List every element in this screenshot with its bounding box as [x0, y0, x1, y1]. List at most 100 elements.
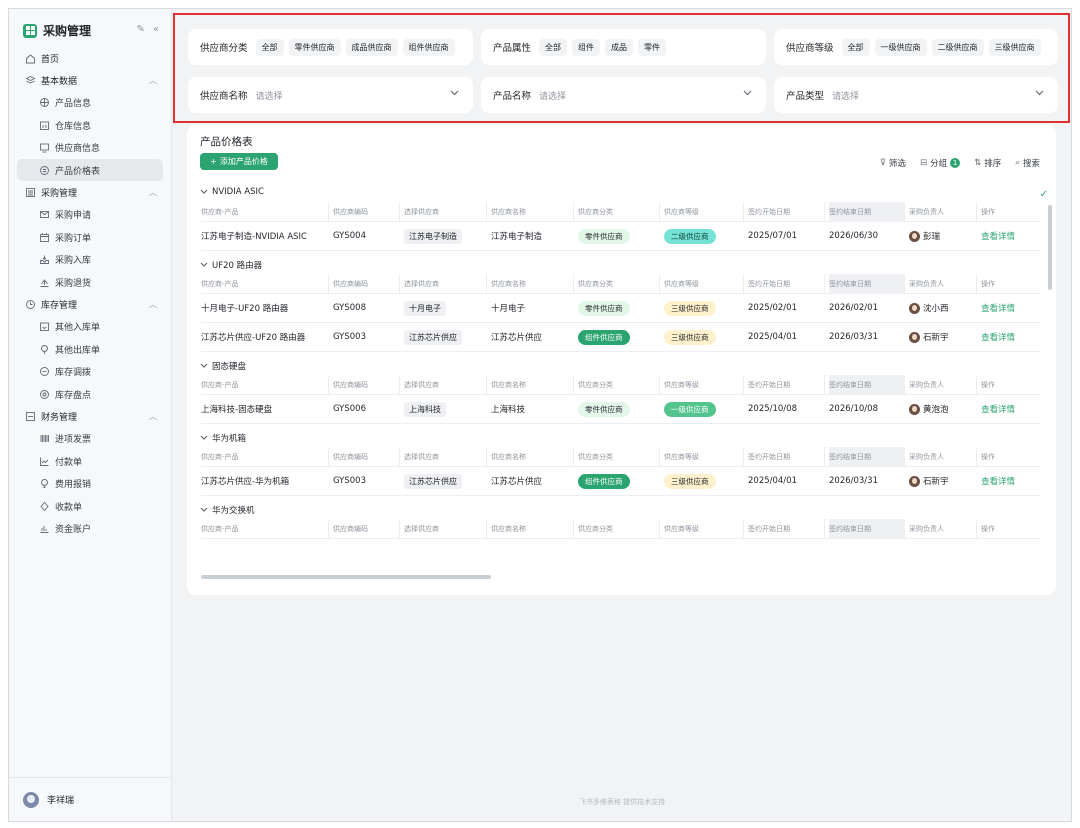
- add-price-button[interactable]: + 添加产品价格: [200, 153, 278, 170]
- sidebar-item[interactable]: 首页: [9, 47, 171, 69]
- table-row[interactable]: 江苏芯片供应-UF20 路由器 GYS003 江苏芯片供应 江苏芯片供应 组件供应商 三级…: [201, 323, 1041, 352]
- column-header[interactable]: 采购负责人: [909, 202, 977, 221]
- user-profile[interactable]: 李祥瑞: [9, 777, 171, 821]
- sidebar-item[interactable]: 财务管理 ︿: [9, 405, 171, 427]
- column-header[interactable]: 供应商等级: [664, 519, 744, 538]
- column-header[interactable]: 签约开始日期: [748, 202, 825, 221]
- column-header[interactable]: 签约结束日期: [829, 375, 905, 394]
- sidebar-item[interactable]: 产品价格表: [17, 158, 163, 182]
- chevron-down-icon[interactable]: [743, 90, 752, 96]
- column-header[interactable]: 供应商名称: [491, 519, 574, 538]
- sidebar-item[interactable]: 库存管理 ︿: [9, 293, 171, 315]
- chip-option[interactable]: 组件: [572, 38, 601, 56]
- sidebar-item[interactable]: 仓库信息: [9, 114, 171, 136]
- cell-select-supplier[interactable]: 上海科技: [404, 395, 487, 423]
- sidebar-item[interactable]: 采购退货: [9, 271, 171, 293]
- search-button[interactable]: ⌕ 搜索: [1015, 157, 1040, 169]
- view-details-link[interactable]: 查看详情: [981, 294, 1027, 322]
- chevron-up-icon[interactable]: ︿: [149, 299, 157, 310]
- chip-option[interactable]: 全部: [255, 38, 284, 56]
- sidebar-item[interactable]: 采购订单: [9, 226, 171, 248]
- column-header[interactable]: 签约开始日期: [748, 519, 825, 538]
- sidebar-item[interactable]: 采购申请: [9, 204, 171, 226]
- filter-product-name[interactable]: 产品名称 请选择: [481, 77, 766, 113]
- column-header[interactable]: 供应商名称: [491, 447, 574, 466]
- table-row[interactable]: 江苏电子制造-NVIDIA ASIC GYS004 江苏电子制造 江苏电子制造 零件供应…: [201, 222, 1041, 251]
- cell-select-supplier[interactable]: 江苏芯片供应: [404, 467, 487, 495]
- chevron-down-icon[interactable]: [450, 90, 459, 96]
- vertical-scrollbar[interactable]: [1048, 205, 1052, 290]
- view-details-link[interactable]: 查看详情: [981, 395, 1027, 423]
- column-header[interactable]: 选择供应商: [404, 375, 487, 394]
- column-header[interactable]: 选择供应商: [404, 274, 487, 293]
- column-header[interactable]: 供应商分类: [578, 202, 660, 221]
- column-header[interactable]: 操作: [981, 202, 1027, 221]
- column-header[interactable]: 操作: [981, 375, 1027, 394]
- column-header[interactable]: 供应商-产品: [201, 519, 329, 538]
- column-header[interactable]: 签约结束日期: [829, 519, 905, 538]
- column-header[interactable]: 供应商-产品: [201, 202, 329, 221]
- sidebar-item[interactable]: 供应商信息: [9, 137, 171, 159]
- column-header[interactable]: 选择供应商: [404, 447, 487, 466]
- chip-option[interactable]: 一级供应商: [874, 38, 927, 56]
- horizontal-scrollbar[interactable]: [201, 575, 491, 579]
- cell-select-supplier[interactable]: 江苏芯片供应: [404, 323, 487, 351]
- chevron-down-icon[interactable]: [1035, 90, 1044, 96]
- chip-option[interactable]: 全部: [841, 38, 870, 56]
- chip-option[interactable]: 全部: [539, 38, 568, 56]
- chip-option[interactable]: 成品: [605, 38, 634, 56]
- column-header[interactable]: 供应商-产品: [201, 447, 329, 466]
- sidebar-item[interactable]: 其他入库单: [9, 316, 171, 338]
- cell-select-supplier[interactable]: 十月电子: [404, 294, 487, 322]
- table-row[interactable]: 江苏芯片供应-华为机箱 GYS003 江苏芯片供应 江苏芯片供应 组件供应商 三级供应商 2…: [201, 467, 1041, 496]
- edit-icon[interactable]: ✎: [136, 24, 144, 35]
- view-details-link[interactable]: 查看详情: [981, 323, 1027, 351]
- sidebar-item[interactable]: 库存盘点: [9, 383, 171, 405]
- chevron-up-icon[interactable]: ︿: [149, 75, 157, 86]
- sidebar-item[interactable]: 进项发票: [9, 428, 171, 450]
- sort-button[interactable]: ⇅ 排序: [974, 157, 1001, 169]
- column-header[interactable]: 操作: [981, 519, 1027, 538]
- column-header[interactable]: 供应商名称: [491, 274, 574, 293]
- filter-button[interactable]: ⊽ 筛选: [880, 157, 906, 169]
- table-row[interactable]: 十月电子-UF20 路由器 GYS008 十月电子 十月电子 零件供应商 三级供应商 202…: [201, 294, 1041, 323]
- group-header[interactable]: UF20 路由器: [200, 259, 262, 271]
- column-header[interactable]: 操作: [981, 274, 1027, 293]
- column-header[interactable]: 采购负责人: [909, 447, 977, 466]
- sidebar-item[interactable]: 采购管理 ︿: [9, 181, 171, 203]
- column-header[interactable]: 供应商-产品: [201, 375, 329, 394]
- collapse-sidebar-icon[interactable]: «: [153, 24, 159, 35]
- column-header[interactable]: 签约结束日期: [829, 447, 905, 466]
- view-details-link[interactable]: 查看详情: [981, 222, 1027, 250]
- sidebar-item[interactable]: 费用报销: [9, 472, 171, 494]
- group-header[interactable]: 华为机箱: [200, 432, 246, 444]
- column-header[interactable]: 供应商编码: [333, 274, 400, 293]
- chip-option[interactable]: 成品供应商: [345, 38, 398, 56]
- chip-option[interactable]: 三级供应商: [988, 38, 1041, 56]
- filter-product-type[interactable]: 产品类型 请选择: [774, 77, 1058, 113]
- column-header[interactable]: 操作: [981, 447, 1027, 466]
- column-header[interactable]: 供应商等级: [664, 375, 744, 394]
- group-header[interactable]: 固态硬盘: [200, 360, 246, 372]
- chip-option[interactable]: 零件供应商: [288, 38, 341, 56]
- sidebar-item[interactable]: 收款单: [9, 495, 171, 517]
- sidebar-item[interactable]: 产品信息: [9, 92, 171, 114]
- column-header[interactable]: 选择供应商: [404, 202, 487, 221]
- filter-supplier-name[interactable]: 供应商名称 请选择: [188, 77, 473, 113]
- column-header[interactable]: 供应商等级: [664, 274, 744, 293]
- chip-option[interactable]: 组件供应商: [402, 38, 455, 56]
- column-header[interactable]: 供应商分类: [578, 274, 660, 293]
- column-header[interactable]: 供应商编码: [333, 447, 400, 466]
- table-row[interactable]: 上海科技-固态硬盘 GYS006 上海科技 上海科技 零件供应商 一级供应商 2025/10…: [201, 395, 1041, 424]
- chip-option[interactable]: 二级供应商: [931, 38, 984, 56]
- sidebar-item[interactable]: 库存调拨: [9, 360, 171, 382]
- group-header[interactable]: NVIDIA ASIC: [200, 187, 264, 197]
- column-header[interactable]: 供应商等级: [664, 202, 744, 221]
- chevron-up-icon[interactable]: ︿: [149, 187, 157, 198]
- column-header[interactable]: 供应商等级: [664, 447, 744, 466]
- column-header[interactable]: 签约结束日期: [829, 274, 905, 293]
- sidebar-item[interactable]: 基本数据 ︿: [9, 69, 171, 91]
- sidebar-item[interactable]: 其他出库单: [9, 338, 171, 360]
- column-header[interactable]: 供应商编码: [333, 519, 400, 538]
- column-header[interactable]: 供应商编码: [333, 202, 400, 221]
